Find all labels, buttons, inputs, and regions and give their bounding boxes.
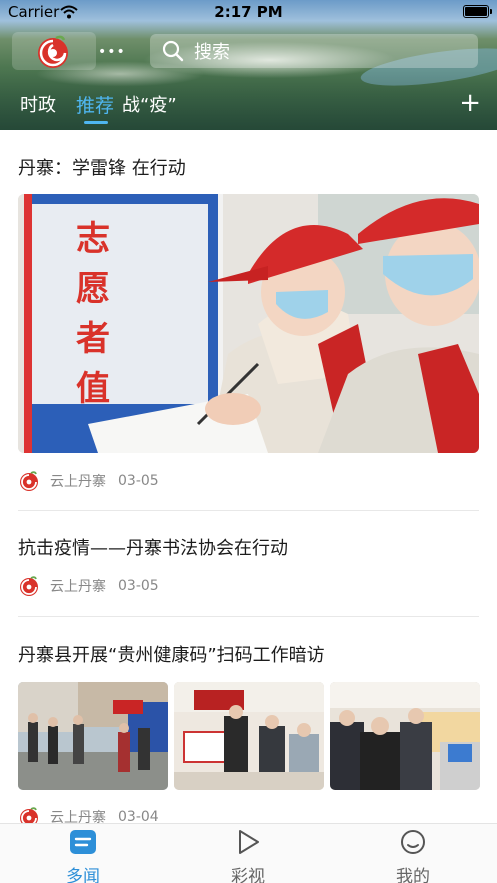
- tab-label: 我的: [396, 867, 430, 883]
- tab-recommended[interactable]: 推荐: [76, 91, 114, 118]
- search-bar[interactable]: 搜索: [150, 34, 478, 68]
- divider: [18, 510, 479, 511]
- play-icon: [239, 830, 259, 854]
- sign-char: 愿: [76, 269, 110, 309]
- tab-news[interactable]: 多闻: [43, 828, 123, 883]
- article-date: 03-04: [118, 809, 159, 823]
- clock: 2:17 PM: [214, 3, 283, 21]
- source-logo-icon: [20, 471, 38, 491]
- article-title[interactable]: 丹寨：学雷锋 在行动: [18, 154, 186, 180]
- sign-char: 者: [76, 319, 110, 359]
- news-feed[interactable]: 丹寨：学雷锋 在行动 志 愿 者 值 云上丹寨 03-05 抗击疫情——丹寨书法…: [0, 130, 497, 823]
- tab-label: 多闻: [66, 867, 100, 883]
- article-thumbnail[interactable]: [18, 682, 168, 790]
- search-placeholder: 搜索: [194, 42, 230, 63]
- more-dots-icon: •••: [98, 44, 126, 60]
- profile-icon: [401, 830, 425, 854]
- article-source: 云上丹寨: [50, 474, 106, 490]
- search-icon: [162, 40, 184, 62]
- tab-profile[interactable]: 我的: [373, 828, 453, 883]
- divider: [18, 616, 479, 617]
- tab-video[interactable]: 彩视: [208, 828, 288, 883]
- article-title[interactable]: 丹寨县开展“贵州健康码”扫码工作暗访: [18, 641, 325, 667]
- tab-politics[interactable]: 时政: [20, 91, 56, 117]
- article-image[interactable]: 志 愿 者 值: [18, 194, 479, 453]
- article-meta: 云上丹寨 03-05: [18, 575, 159, 597]
- tab-label: 彩视: [231, 867, 265, 883]
- add-channel-button[interactable]: +: [459, 90, 481, 116]
- article-title[interactable]: 抗击疫情——丹寨书法协会在行动: [18, 534, 288, 560]
- source-logo-icon: [20, 576, 38, 596]
- article-source: 云上丹寨: [50, 810, 106, 823]
- article-meta: 云上丹寨 03-05: [18, 470, 159, 492]
- category-tabs: 时政 推荐 战“疫” +: [0, 88, 497, 124]
- article-source: 云上丹寨: [50, 579, 106, 595]
- swirl-logo-icon: [38, 35, 68, 68]
- active-tab-indicator: [84, 121, 108, 124]
- article-thumbnail[interactable]: [330, 682, 480, 790]
- news-icon: [70, 830, 96, 854]
- bottom-tab-bar: 多闻 彩视 我的: [0, 823, 497, 883]
- article-date: 03-05: [118, 578, 159, 594]
- status-bar: Carrier 2:17 PM: [0, 0, 497, 24]
- article-thumbnail[interactable]: [174, 682, 324, 790]
- app-logo[interactable]: [12, 32, 96, 70]
- sign-char: 志: [76, 219, 110, 259]
- source-logo-icon: [20, 807, 38, 823]
- article-meta: 云上丹寨 03-04: [18, 806, 159, 823]
- article-date: 03-05: [118, 473, 159, 489]
- app-header: Carrier 2:17 PM ••• 搜索 时政 推荐 战“疫” +: [0, 0, 497, 130]
- tab-fight-epidemic[interactable]: 战“疫”: [122, 91, 177, 117]
- battery-icon: [463, 5, 492, 18]
- sign-char: 值: [76, 369, 110, 409]
